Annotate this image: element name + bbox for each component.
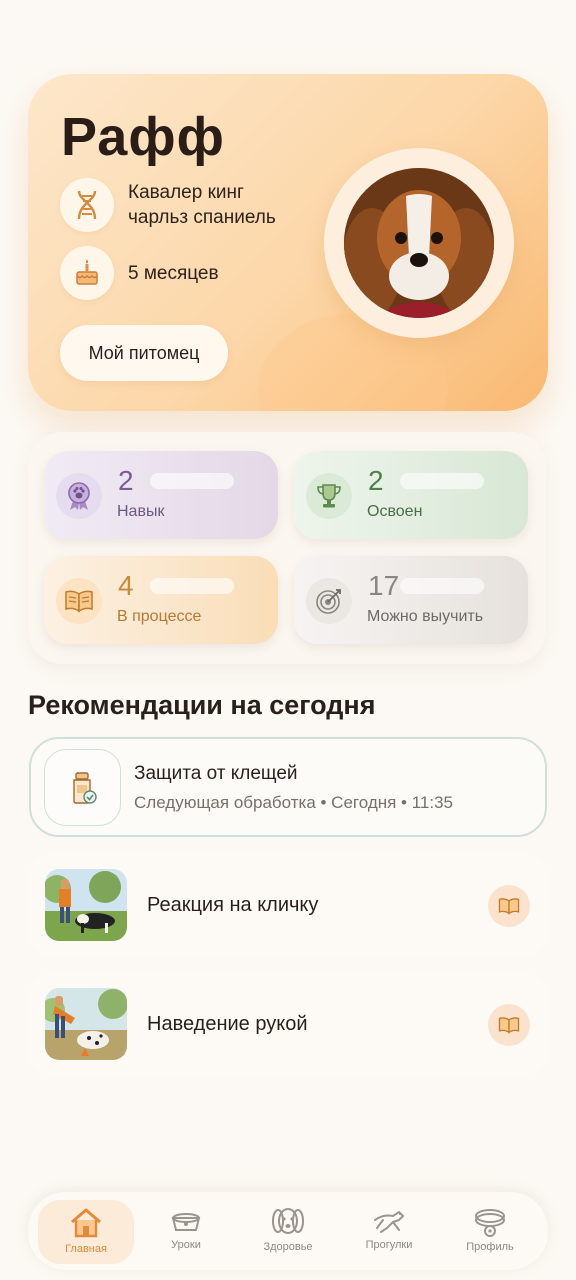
nav-label: Главная	[65, 1243, 107, 1255]
age-row: 5 месяцев	[60, 246, 219, 300]
stat-label: Навык	[117, 503, 165, 520]
lesson-title: Реакция на кличку	[147, 894, 319, 916]
medicine-bottle-icon	[44, 749, 121, 826]
lesson-thumbnail	[45, 988, 127, 1060]
nav-home[interactable]: Главная	[38, 1200, 134, 1264]
training-stats-panel: 2 Навык 2 Освоен 4 В процессе 17 Можно в…	[28, 432, 546, 664]
stat-highlight	[150, 473, 234, 489]
reminder-subtitle: Следующая обработка • Сегодня • 11:35	[134, 793, 454, 812]
breed-text: Кавалер кинг чарльз спаниель	[128, 182, 276, 228]
age-text: 5 месяцев	[128, 262, 219, 284]
lesson-item[interactable]: Реакция на кличку	[28, 854, 548, 956]
reminder-title: Защита от клещей	[134, 763, 298, 784]
lesson-title: Наведение рукой	[147, 1013, 308, 1035]
nav-label: Профиль	[466, 1241, 514, 1253]
award-paw-icon	[56, 473, 102, 519]
stat-card-mastered[interactable]: 2 Освоен	[294, 451, 528, 539]
nav-label: Здоровье	[263, 1241, 313, 1253]
stat-value: 4	[118, 570, 134, 601]
dna-icon	[60, 178, 114, 232]
book-icon	[56, 578, 102, 624]
nav-profile[interactable]: Профиль	[442, 1200, 538, 1264]
lesson-thumbnail	[45, 869, 127, 941]
nav-label: Прогулки	[365, 1239, 413, 1251]
stat-highlight	[400, 473, 484, 489]
nav-health[interactable]: Здоровье	[240, 1200, 336, 1264]
stat-highlight	[150, 578, 234, 594]
my-pet-button[interactable]: Мой питомец	[60, 325, 228, 381]
stat-card-can-learn[interactable]: 17 Можно выучить	[294, 556, 528, 644]
stat-label: Можно выучить	[367, 608, 484, 625]
pet-name: Рафф	[61, 107, 225, 167]
nav-label: Уроки	[171, 1239, 201, 1251]
stat-label: В процессе	[117, 608, 202, 625]
stat-value: 2	[118, 465, 134, 496]
stat-value: 2	[368, 465, 384, 496]
running-dog-icon	[374, 1210, 405, 1233]
trophy-icon	[306, 473, 352, 519]
section-title-recommendations: Рекомендации на сегодня	[28, 690, 376, 720]
pet-hero-card: Рафф Кавалер кинг чарльз спаниель 5 меся…	[28, 74, 548, 411]
bottom-navigation: Главная Уроки Здоровье Прогулки Профиль	[28, 1192, 548, 1270]
stat-card-in-progress[interactable]: 4 В процессе	[44, 556, 278, 644]
breed-row: Кавалер кинг чарльз спаниель	[60, 178, 276, 232]
nav-lessons[interactable]: Уроки	[138, 1200, 234, 1264]
book-icon[interactable]	[488, 885, 530, 927]
target-icon	[306, 578, 352, 624]
nav-walks[interactable]: Прогулки	[341, 1200, 437, 1264]
tick-protection-reminder[interactable]: Защита от клещей Следующая обработка • С…	[29, 737, 547, 837]
pet-avatar-ring	[324, 148, 514, 338]
book-icon[interactable]	[488, 1004, 530, 1046]
lesson-item[interactable]: Наведение рукой	[28, 973, 548, 1075]
collar-icon	[475, 1209, 505, 1237]
birthday-cake-icon	[60, 246, 114, 300]
stat-value: 17	[368, 570, 400, 601]
bowl-icon	[171, 1213, 201, 1231]
pet-avatar[interactable]	[344, 168, 494, 318]
stat-highlight	[400, 578, 484, 594]
stat-label: Освоен	[367, 503, 423, 520]
dog-face-icon	[272, 1208, 304, 1234]
home-icon	[71, 1208, 101, 1238]
stat-card-skills[interactable]: 2 Навык	[44, 451, 278, 539]
